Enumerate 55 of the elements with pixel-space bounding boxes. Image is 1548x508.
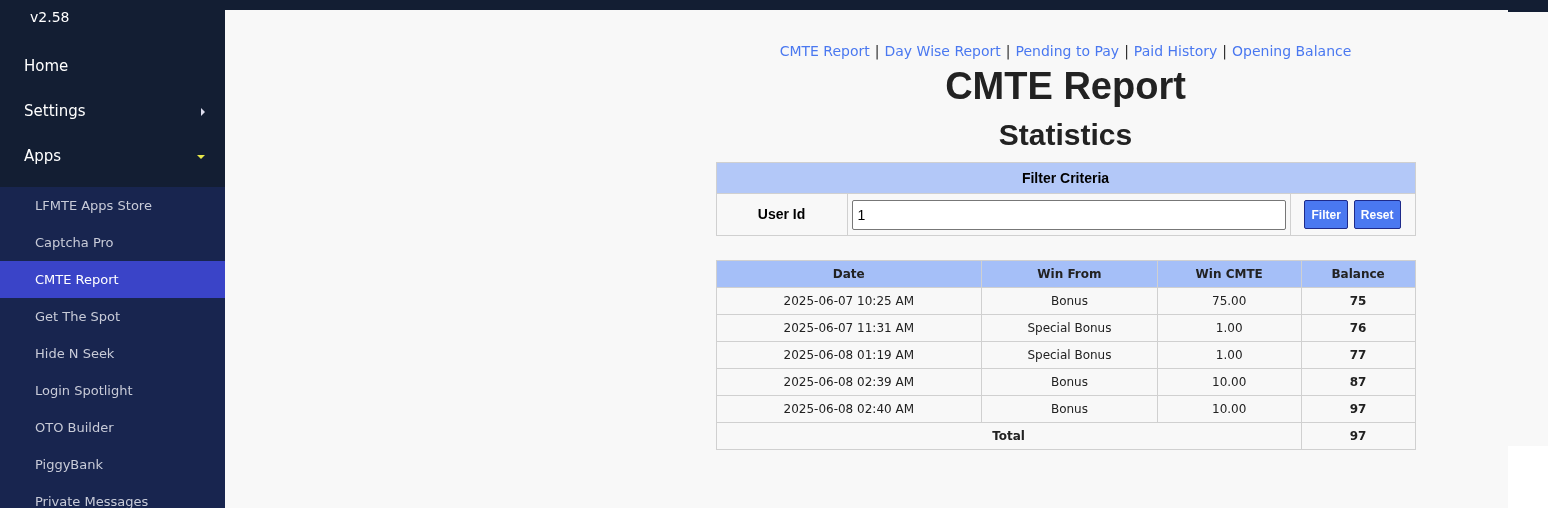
table-cell: User Id — [716, 193, 847, 236]
table-cell: 2025-06-07 11:31 AM — [716, 314, 982, 342]
sidebar-subitem[interactable]: OTO Builder — [0, 409, 225, 446]
table-cell: 76 — [1301, 314, 1415, 342]
column-header: Balance — [1301, 260, 1415, 288]
separator: | — [1124, 41, 1129, 62]
table-cell: Special Bonus — [981, 314, 1158, 342]
table-cell: 2025-06-08 01:19 AM — [716, 341, 982, 369]
table-cell: Special Bonus — [981, 341, 1158, 369]
table-cell: 77 — [1301, 341, 1415, 369]
table-cell: Bonus — [981, 395, 1158, 423]
page-title: CMTE Report — [945, 64, 1186, 109]
sidebar-subitem[interactable]: LFMTE Apps Store — [0, 187, 225, 224]
table-cell: 97 — [1301, 422, 1415, 450]
separator: | — [1005, 41, 1011, 62]
nav-link[interactable]: Day Wise Report — [884, 40, 1001, 62]
table-cell: 2025-06-08 02:39 AM — [716, 368, 982, 396]
nav-link[interactable]: CMTE Report — [779, 40, 870, 62]
table-cell: Bonus — [981, 287, 1158, 315]
sidebar-subitem[interactable]: CMTE Report — [0, 261, 225, 298]
table-cell: Bonus — [981, 368, 1158, 396]
table-header-cell: Filter Criteria — [716, 162, 1415, 194]
sidebar-item[interactable]: Apps — [0, 134, 225, 179]
nav-link[interactable]: Opening Balance — [1232, 40, 1352, 62]
action-button[interactable]: Reset — [1353, 200, 1401, 229]
table-cell: 2025-06-07 10:25 AM — [716, 287, 982, 315]
sidebar-item[interactable]: Settings — [0, 89, 225, 134]
sidebar-item[interactable]: Home — [0, 44, 225, 89]
table-cell: 2025-06-08 02:40 AM — [716, 395, 982, 423]
table-cell: 75.00 — [1157, 287, 1302, 315]
table-cell: 75 — [1301, 287, 1415, 315]
sidebar-subitem[interactable]: Get The Spot — [0, 298, 225, 335]
separator: | — [1222, 41, 1227, 62]
sidebar-subitem[interactable]: Login Spotlight — [0, 372, 225, 409]
input-field[interactable]: 1 — [851, 199, 1286, 230]
table-cell: 1.00 — [1157, 341, 1302, 369]
column-header: Date — [716, 260, 982, 288]
sidebar-subitem[interactable]: Private Messages — [0, 483, 225, 508]
table-cell: 10.00 — [1157, 395, 1302, 423]
table-cell: 1.00 — [1157, 314, 1302, 342]
nav-link[interactable]: Paid History — [1133, 40, 1218, 62]
action-button[interactable]: Filter — [1304, 200, 1348, 229]
table-cell: 10.00 — [1157, 368, 1302, 396]
nav-link[interactable]: Pending to Pay — [1015, 40, 1120, 62]
table-cell: 97 — [1301, 395, 1415, 423]
section-title: Statistics — [998, 117, 1133, 153]
column-header: Win From — [981, 260, 1158, 288]
version-label: v2.58 — [30, 9, 70, 25]
table-cell: 87 — [1301, 368, 1415, 396]
sidebar-subitem[interactable]: Hide N Seek — [0, 335, 225, 372]
sidebar-subitem[interactable]: PiggyBank — [0, 446, 225, 483]
sidebar-subitem[interactable]: Captcha Pro — [0, 224, 225, 261]
separator: | — [874, 41, 880, 62]
table-cell: Total — [716, 422, 1302, 450]
column-header: Win CMTE — [1157, 260, 1302, 288]
